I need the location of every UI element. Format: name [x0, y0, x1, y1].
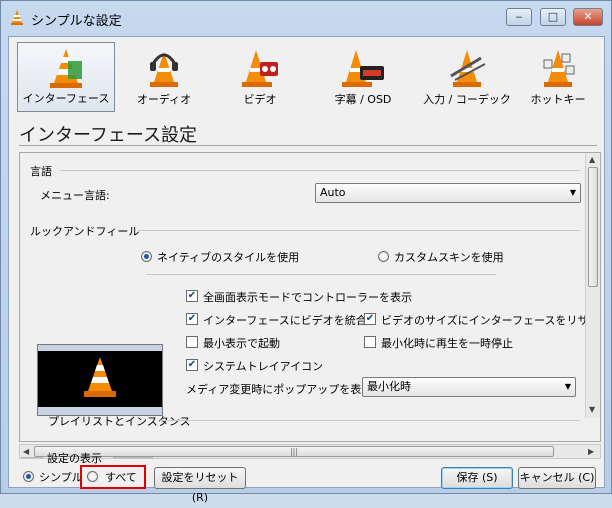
divider	[19, 145, 597, 146]
menu-language-label: メニュー言語:	[40, 189, 110, 202]
fullscreen-controller-label[interactable]: 全画面表示モードでコントローラーを表示	[203, 289, 412, 305]
tab-interface[interactable]: インターフェース	[17, 42, 115, 112]
popup-select[interactable]: 最小化時 ▼	[362, 377, 576, 397]
custom-skin-radio[interactable]	[378, 251, 389, 262]
cone-video-icon	[242, 50, 278, 87]
cancel-button[interactable]: キャンセル (C)	[518, 467, 596, 489]
cone-codec-icon	[450, 50, 486, 87]
tab-label: ビデオ	[243, 93, 277, 106]
tab-hotkeys[interactable]: ホットキー	[519, 42, 597, 112]
native-style-radio[interactable]	[141, 251, 152, 262]
integrate-video-checkbox[interactable]: ✔	[186, 313, 198, 325]
cone-subtitles-icon	[342, 50, 384, 87]
cone-preview-icon	[84, 357, 116, 397]
systray-checkbox[interactable]: ✔	[186, 359, 198, 371]
menu-language-select[interactable]: Auto ▼	[315, 183, 581, 203]
tab-subtitles-osd[interactable]: 字幕 / OSD	[311, 42, 415, 112]
cone-hotkeys-icon	[543, 50, 575, 87]
vlc-cone-icon	[11, 10, 23, 25]
group-line	[160, 420, 580, 421]
resize-to-video-label[interactable]: ビデオのサイズにインターフェースをリサイズ	[381, 312, 600, 328]
fullscreen-controller-checkbox[interactable]: ✔	[186, 290, 198, 302]
client-area: インターフェース オーディオ ビデオ 字幕 / OSD 入力 / コーデック ホ…	[8, 36, 605, 488]
tab-label: 入力 / コーデック	[423, 93, 511, 106]
pause-minimized-checkbox[interactable]	[364, 336, 376, 348]
scroll-right-icon[interactable]: ▶	[588, 447, 594, 456]
close-button[interactable]: ✕	[573, 8, 603, 26]
tab-input-codecs[interactable]: 入力 / コーデック	[419, 42, 515, 112]
save-button[interactable]: 保存 (S)	[441, 467, 513, 489]
resize-to-video-checkbox[interactable]: ✔	[364, 313, 376, 325]
native-style-label[interactable]: ネイティブのスタイルを使用	[157, 249, 299, 265]
cone-interface-icon	[50, 49, 82, 88]
category-bar: インターフェース オーディオ ビデオ 字幕 / OSD 入力 / コーデック ホ…	[15, 42, 599, 114]
vertical-scrollbar[interactable]: ▲ ▼	[585, 153, 600, 418]
show-settings-label: 設定の表示	[47, 452, 102, 465]
reset-button[interactable]: 設定をリセット (R)	[154, 467, 246, 504]
title-bar[interactable]: シンプルな設定 ‒ □ ✕	[1, 1, 611, 37]
highlight-box	[80, 465, 146, 489]
integrate-video-label[interactable]: インターフェースにビデオを統合	[203, 312, 367, 328]
maximize-button[interactable]: □	[540, 8, 566, 26]
scroll-up-icon[interactable]: ▲	[589, 155, 595, 164]
start-minimal-label[interactable]: 最小表示で起動	[203, 335, 280, 351]
window-title: シンプルな設定	[31, 14, 122, 29]
scroll-down-icon[interactable]: ▼	[589, 405, 595, 414]
vertical-scroll-thumb[interactable]	[588, 167, 598, 287]
page-title: インターフェース設定	[19, 125, 198, 146]
popup-label: メディア変更時にポップアップを表示:	[186, 383, 376, 396]
group-line	[21, 457, 43, 458]
preview-controls	[38, 407, 162, 415]
tab-label: 字幕 / OSD	[334, 93, 392, 106]
chevron-down-icon: ▼	[569, 188, 576, 197]
custom-skin-label[interactable]: カスタムスキンを使用	[394, 249, 504, 265]
minimize-button[interactable]: ‒	[506, 8, 532, 26]
systray-label[interactable]: システムトレイアイコン	[203, 358, 323, 374]
scroll-left-icon[interactable]: ◀	[23, 447, 29, 456]
simple-radio[interactable]	[23, 471, 34, 482]
chevron-down-icon: ▼	[564, 382, 571, 391]
horizontal-scrollbar[interactable]: ◀ ||| ▶	[19, 444, 601, 459]
group-line	[146, 274, 496, 275]
tab-label: オーディオ	[136, 93, 192, 106]
pause-minimized-label[interactable]: 最小化時に再生を一時停止	[381, 335, 513, 351]
start-minimal-checkbox[interactable]	[186, 336, 198, 348]
preferences-window: シンプルな設定 ‒ □ ✕ インターフェース オーディオ ビデオ 字幕 / OS…	[0, 0, 612, 504]
preview-menubar	[38, 345, 162, 351]
menu-language-value: Auto	[320, 186, 346, 199]
group-line	[113, 457, 153, 458]
skin-preview-image	[37, 344, 163, 416]
tab-label: ホットキー	[530, 93, 586, 106]
group-title-look: ルックアンドフィール	[30, 225, 140, 238]
tab-audio[interactable]: オーディオ	[119, 42, 209, 112]
tab-video[interactable]: ビデオ	[215, 42, 305, 112]
tab-label: インターフェース	[22, 92, 110, 105]
simple-label[interactable]: シンプル	[39, 469, 83, 485]
cone-headphones-icon	[150, 52, 178, 87]
group-title-language: 言語	[30, 165, 52, 178]
group-line	[138, 230, 580, 231]
horizontal-scroll-thumb[interactable]: |||	[34, 446, 554, 457]
group-line	[60, 170, 580, 171]
popup-value: 最小化時	[367, 380, 411, 393]
